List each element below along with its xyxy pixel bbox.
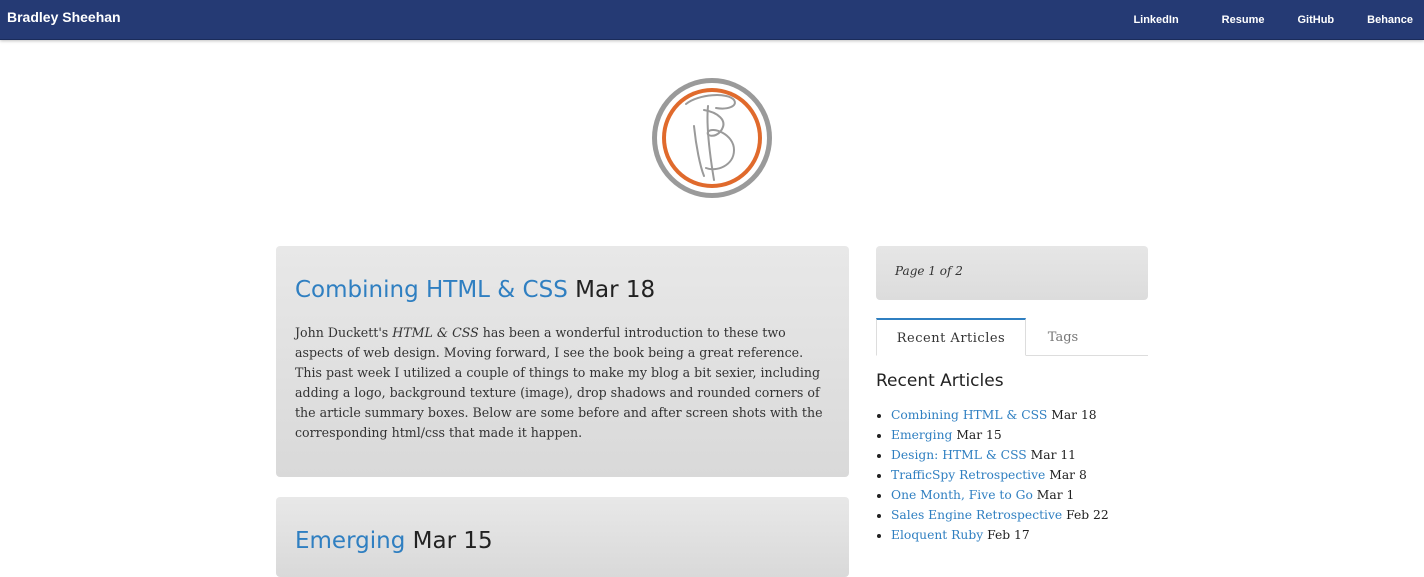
pagination-box: Page 1 of 2 bbox=[876, 246, 1148, 300]
recent-article-link[interactable]: Emerging bbox=[891, 428, 952, 442]
brand-link[interactable]: Bradley Sheehan bbox=[7, 9, 121, 25]
article-title: Combining HTML & CSS Mar 18 bbox=[295, 277, 655, 303]
recent-article-date: Mar 8 bbox=[1049, 468, 1087, 482]
sidebar-tabs: Recent Articles Tags bbox=[876, 318, 1148, 356]
recent-article-date: Mar 1 bbox=[1036, 488, 1075, 502]
nav-link-github[interactable]: GitHub bbox=[1275, 14, 1345, 26]
list-item: Combining HTML & CSS Mar 18 bbox=[891, 405, 1109, 425]
pagination-text: Page 1 of 2 bbox=[895, 264, 963, 278]
list-item: One Month, Five to Go Mar 1 bbox=[891, 485, 1109, 505]
article-title: Emerging Mar 15 bbox=[295, 528, 493, 554]
recent-article-date: Mar 11 bbox=[1030, 448, 1076, 462]
article-excerpt: John Duckett's HTML & CSS has been a won… bbox=[295, 323, 831, 443]
recent-article-link[interactable]: One Month, Five to Go bbox=[891, 488, 1033, 502]
recent-article-date: Feb 22 bbox=[1066, 508, 1109, 522]
recent-article-date: Feb 17 bbox=[987, 528, 1030, 542]
tab-tags[interactable]: Tags bbox=[1026, 318, 1100, 356]
recent-article-link[interactable]: Combining HTML & CSS bbox=[891, 408, 1047, 422]
article-summary-card: Emerging Mar 15 bbox=[276, 497, 849, 577]
article-title-link[interactable]: Emerging bbox=[295, 528, 405, 554]
nav-link-behance[interactable]: Behance bbox=[1345, 14, 1424, 26]
list-item: Eloquent Ruby Feb 17 bbox=[891, 525, 1109, 545]
recent-article-date: Mar 18 bbox=[1051, 408, 1097, 422]
article-date: Mar 18 bbox=[575, 277, 656, 303]
excerpt-text-start: John Duckett's bbox=[295, 325, 393, 340]
list-item: Emerging Mar 15 bbox=[891, 425, 1109, 445]
nav-link-linkedin[interactable]: LinkedIn bbox=[1133, 14, 1189, 26]
recent-article-link[interactable]: Sales Engine Retrospective bbox=[891, 508, 1062, 522]
article-summary-card: Combining HTML & CSS Mar 18 John Duckett… bbox=[276, 246, 849, 477]
top-navbar: Bradley Sheehan LinkedIn Resume GitHub B… bbox=[0, 0, 1424, 40]
recent-article-link[interactable]: Design: HTML & CSS bbox=[891, 448, 1027, 462]
nav-links: LinkedIn Resume GitHub Behance bbox=[1133, 0, 1424, 39]
recent-article-link[interactable]: TrafficSpy Retrospective bbox=[891, 468, 1045, 482]
list-item: Design: HTML & CSS Mar 11 bbox=[891, 445, 1109, 465]
nav-link-resume[interactable]: Resume bbox=[1200, 14, 1276, 26]
excerpt-text-end: has been a wonderful introduction to the… bbox=[295, 325, 823, 440]
tab-recent-articles[interactable]: Recent Articles bbox=[876, 318, 1026, 356]
recent-articles-heading: Recent Articles bbox=[876, 371, 1004, 391]
list-item: TrafficSpy Retrospective Mar 8 bbox=[891, 465, 1109, 485]
recent-article-link[interactable]: Eloquent Ruby bbox=[891, 528, 983, 542]
bs-monogram-logo-icon[interactable] bbox=[650, 76, 774, 200]
recent-article-date: Mar 15 bbox=[956, 428, 1002, 442]
excerpt-book-title: HTML & CSS bbox=[392, 325, 479, 340]
article-date: Mar 15 bbox=[412, 528, 493, 554]
recent-articles-list: Combining HTML & CSS Mar 18 Emerging Mar… bbox=[876, 405, 1109, 545]
list-item: Sales Engine Retrospective Feb 22 bbox=[891, 505, 1109, 525]
article-title-link[interactable]: Combining HTML & CSS bbox=[295, 277, 568, 303]
